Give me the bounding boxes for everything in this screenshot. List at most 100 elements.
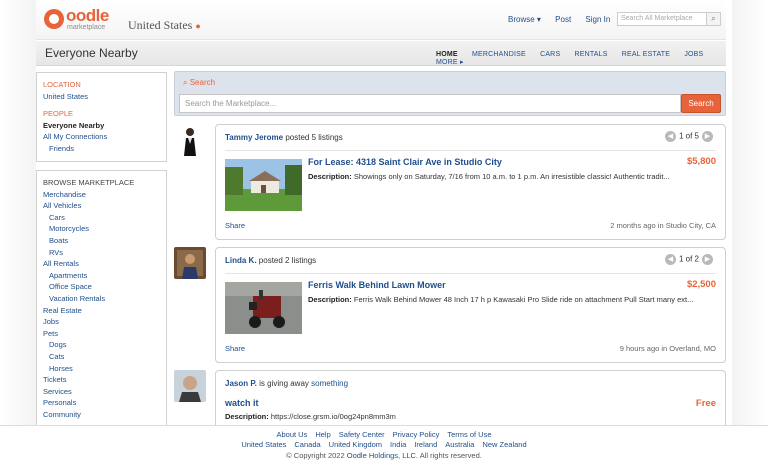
listing-thumbnail[interactable] [225,159,302,211]
tab-jobs[interactable]: JOBS [684,51,703,58]
poster-name[interactable]: Tammy Jerome [225,133,283,142]
listing-title-link[interactable]: For Lease: 4318 Saint Clair Ave in Studi… [308,157,502,167]
sidebar-item-motorcycles[interactable]: Motorcycles [43,223,160,235]
footer-link-help[interactable]: Help [315,430,330,439]
prev-arrow-icon[interactable]: ◀ [664,254,676,265]
footer-link-new-zealand[interactable]: New Zealand [482,440,526,449]
location-heading: LOCATION [43,80,81,89]
sidebar-item-cats[interactable]: Cats [43,351,160,363]
footer-link-terms-of-use[interactable]: Terms of Use [447,430,491,439]
avatar[interactable] [174,370,206,402]
tab-rentals[interactable]: RENTALS [574,51,607,58]
sidebar-item-real-estate[interactable]: Real Estate [43,305,160,317]
description-text: https://close.grsm.io/0og24pn8mm3m [270,412,396,421]
tab-more[interactable]: MORE ▸ [436,59,464,66]
description-text: Showings only on Saturday, 7/16 from 10 … [353,172,670,181]
sidebar-item-jobs[interactable]: Jobs [43,316,160,328]
post-link[interactable]: Post [555,15,571,24]
sign-in-link[interactable]: Sign In [585,15,610,24]
country-label: United States [128,18,193,32]
footer: About Us Help Safety Center Privacy Policy T… [0,425,768,461]
top-search-input[interactable]: Search All Marketplace ⌕ [617,12,721,26]
avatar[interactable] [174,124,206,156]
footer-link-united-kingdom[interactable]: United Kingdom [329,440,382,449]
search-input[interactable]: Search the Marketplace... [179,94,681,113]
footer-link-canada[interactable]: Canada [294,440,320,449]
description-text: Ferris Walk Behind Mower 48 Inch 17 h p … [353,295,694,304]
listing-thumbnail[interactable] [225,282,302,334]
sidebar-browse: BROWSE MARKETPLACE Merchandise All Vehicl… [36,170,167,425]
share-link[interactable]: Share [225,344,245,353]
sidebar-item-boats[interactable]: Boats [43,235,160,247]
footer-link-united-states[interactable]: United States [241,440,286,449]
feed-card: Linda K. posted 2 listings ◀ 1 of 2 ▶ Ferr… [215,247,726,363]
sidebar-item-cars[interactable]: Cars [43,212,160,224]
company-link[interactable]: Oodle Holdings, LLC. [347,451,418,460]
footer-countries: United States Canada United Kingdom India Ir… [0,440,768,449]
description-label: Description: [308,295,352,304]
footer-link-about-us[interactable]: About Us [276,430,307,439]
sidebar-item-location[interactable]: United States [43,91,160,103]
footer-link-privacy-policy[interactable]: Privacy Policy [393,430,440,439]
sidebar-item-personals[interactable]: Personals [43,397,160,409]
footer-link-ireland[interactable]: Ireland [414,440,437,449]
sidebar-item-all-connections[interactable]: All My Connections [43,131,160,143]
tab-cars[interactable]: CARS [540,51,560,58]
sidebar-item-horses[interactable]: Horses [43,363,160,375]
pager-count: 1 of 5 [678,131,699,141]
sidebar-item-office-space[interactable]: Office Space [43,281,160,293]
category-nav: HOME MERCHANDISE CARS RENTALS REAL ESTAT… [436,51,726,66]
country-selector[interactable]: United States ● [128,18,201,33]
pager-count: 1 of 2 [678,254,699,264]
sidebar-item-community[interactable]: Community [43,409,160,421]
poster-name[interactable]: Jason P. [225,379,257,388]
listing-description: Description: Ferris Walk Behind Mower 48… [308,295,708,304]
sidebar-item-services[interactable]: Services [43,386,160,398]
sidebar-item-friends[interactable]: Friends [43,143,160,155]
sidebar-item-apartments[interactable]: Apartments [43,270,160,282]
listing-title-link[interactable]: Ferris Walk Behind Lawn Mower [308,280,446,290]
card-divider [225,150,716,151]
feed-card: Tammy Jerome posted 5 listings ◀ 1 of 5 ▶ … [215,124,726,240]
sidebar-item-pets[interactable]: Pets [43,328,160,340]
giveaway-link[interactable]: something [311,379,348,388]
oodle-logo[interactable]: oodle marketplace [44,6,120,33]
next-arrow-icon[interactable]: ▶ [702,131,713,142]
next-arrow-icon[interactable]: ▶ [702,254,713,265]
search-icon[interactable]: ⌕ [706,13,720,25]
card-header: Linda K. posted 2 listings [225,256,316,265]
listing-pager: ◀ 1 of 5 ▶ [662,131,716,142]
search-button[interactable]: Search [681,94,721,113]
sidebar-item-all-rentals[interactable]: All Rentals [43,258,160,270]
tab-home[interactable]: HOME [436,51,458,58]
top-nav: Browse ▾ Post Sign In [508,15,622,24]
sidebar-item-all-vehicles[interactable]: All Vehicles [43,200,160,212]
description-label: Description: [308,172,352,181]
people-heading: PEOPLE [43,109,74,119]
copyright-suffix: All rights reserved. [419,451,482,460]
footer-link-india[interactable]: India [390,440,406,449]
footer-link-australia[interactable]: Australia [445,440,474,449]
poster-name[interactable]: Linda K. [225,256,257,265]
tab-merchandise[interactable]: MERCHANDISE [472,51,526,58]
sidebar-item-everyone-nearby[interactable]: Everyone Nearby [43,120,160,132]
sidebar-item-merchandise[interactable]: Merchandise [43,189,160,201]
sidebar-item-dogs[interactable]: Dogs [43,339,160,351]
feed-card: Jason P. is giving away something watch … [215,370,726,430]
sidebar-item-tickets[interactable]: Tickets [43,374,160,386]
listing-time-location: 2 months ago in Studio City, CA [610,221,716,230]
share-link[interactable]: Share [225,221,245,230]
tab-real-estate[interactable]: REAL ESTATE [622,51,670,58]
left-gutter [0,0,36,425]
sidebar-item-vacation-rentals[interactable]: Vacation Rentals [43,293,160,305]
logo-text: oodle [66,6,109,25]
search-icon: ⌕ [183,78,190,87]
avatar[interactable] [174,247,206,279]
browse-menu[interactable]: Browse ▾ [508,15,541,24]
footer-link-safety-center[interactable]: Safety Center [339,430,385,439]
footer-copyright: © Copyright 2022 Oodle Holdings, LLC. Al… [0,451,768,460]
listing-title-link[interactable]: watch it [225,398,259,408]
search-heading-text: Search [189,78,216,87]
sidebar-item-rvs[interactable]: RVs [43,247,160,259]
prev-arrow-icon[interactable]: ◀ [664,131,676,142]
